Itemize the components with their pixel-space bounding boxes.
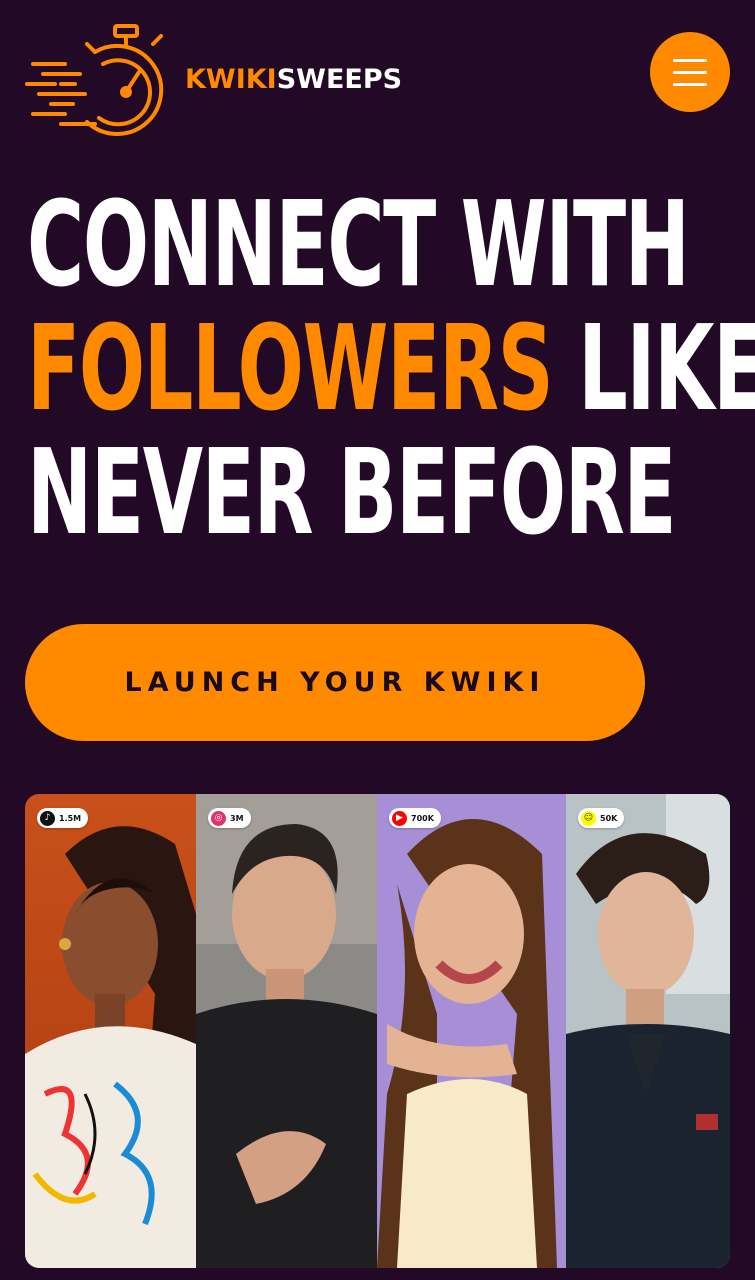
hero-headline: CONNECT WITH FOLLOWERS LIKE NEVER BEFORE [27,175,755,561]
brand-name-part2: SWEEPS [276,64,403,95]
brand-name-part1: KWIKI [185,64,277,95]
hero-accent-word: FOLLOWERS [27,299,554,437]
brand-wordmark: KWIKISWEEPS [185,64,402,95]
hero-line-2-rest: LIKE [552,299,755,437]
follower-badge: ♪ 1.5M [37,808,89,828]
follower-count: 700K [411,813,434,823]
creator-card[interactable]: ◎ 3M [196,794,377,1268]
stopwatch-icon [25,24,164,136]
creator-photo [196,794,377,1268]
tiktok-icon: ♪ [40,810,55,826]
creator-card[interactable]: ☺ 50K [566,794,730,1268]
follower-count: 3M [230,813,244,823]
creator-photo [377,794,566,1268]
hero-line-2: FOLLOWERS LIKE [27,306,755,430]
creator-photo [25,794,196,1268]
site-header: KWIKISWEEPS [0,0,755,150]
follower-badge: ▶ 700K [389,808,441,828]
launch-kwiki-label: LAUNCH YOUR KWIKI [124,667,546,698]
follower-badge: ☺ 50K [578,808,625,828]
menu-button[interactable] [650,32,730,112]
creator-photo [566,794,730,1268]
follower-count: 50K [600,813,618,823]
snapchat-icon: ☺ [581,810,596,826]
brand-logo[interactable]: KWIKISWEEPS [25,22,455,142]
hero-line-1: CONNECT WITH [27,175,690,313]
instagram-icon: ◎ [211,810,226,826]
youtube-icon: ▶ [392,810,407,826]
follower-badge: ◎ 3M [208,808,251,828]
follower-count: 1.5M [59,813,82,823]
hero-line-3: NEVER BEFORE [27,423,677,561]
launch-kwiki-button[interactable]: LAUNCH YOUR KWIKI [25,624,645,741]
creator-gallery: ♪ 1.5M ◎ 3M ▶ 700K ☺ 50K [25,794,730,1268]
creator-card[interactable]: ♪ 1.5M [25,794,196,1268]
creator-card[interactable]: ▶ 700K [377,794,566,1268]
